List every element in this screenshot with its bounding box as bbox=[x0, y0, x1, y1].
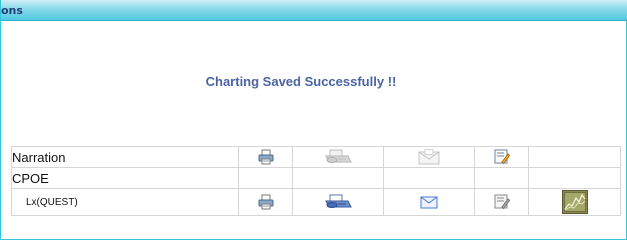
edit-note-icon[interactable] bbox=[494, 149, 510, 165]
print-icon[interactable] bbox=[258, 149, 274, 165]
email-icon bbox=[418, 148, 440, 165]
title-bar: ons bbox=[1, 0, 627, 21]
empty-cell bbox=[292, 167, 384, 189]
print-icon[interactable] bbox=[258, 194, 274, 210]
fax-icon[interactable] bbox=[324, 193, 352, 211]
row-label-cpoe: CPOE bbox=[11, 167, 239, 189]
status-message: Charting Saved Successfully !! bbox=[205, 74, 397, 89]
empty-cell bbox=[528, 167, 621, 189]
row-label-narration: Narration bbox=[11, 146, 239, 168]
edit-note-icon[interactable] bbox=[494, 194, 510, 210]
email-icon[interactable] bbox=[420, 195, 438, 209]
window-frame: ons Charting Saved Successfully !! Narra… bbox=[0, 0, 627, 240]
window-title: ons bbox=[1, 4, 23, 17]
empty-cell bbox=[528, 146, 621, 168]
empty-cell bbox=[238, 167, 293, 189]
table-row: Narration bbox=[11, 146, 621, 168]
empty-cell bbox=[383, 167, 475, 189]
chart-icon[interactable] bbox=[561, 190, 588, 214]
row-label-lx-quest: Lx(QUEST) bbox=[11, 188, 239, 216]
table-row: Lx(QUEST) bbox=[11, 188, 621, 216]
actions-table: Narration CPOE Lx(QUEST) bbox=[11, 146, 621, 216]
fax-icon bbox=[324, 148, 352, 166]
table-row: CPOE bbox=[11, 167, 621, 189]
empty-cell bbox=[474, 167, 529, 189]
